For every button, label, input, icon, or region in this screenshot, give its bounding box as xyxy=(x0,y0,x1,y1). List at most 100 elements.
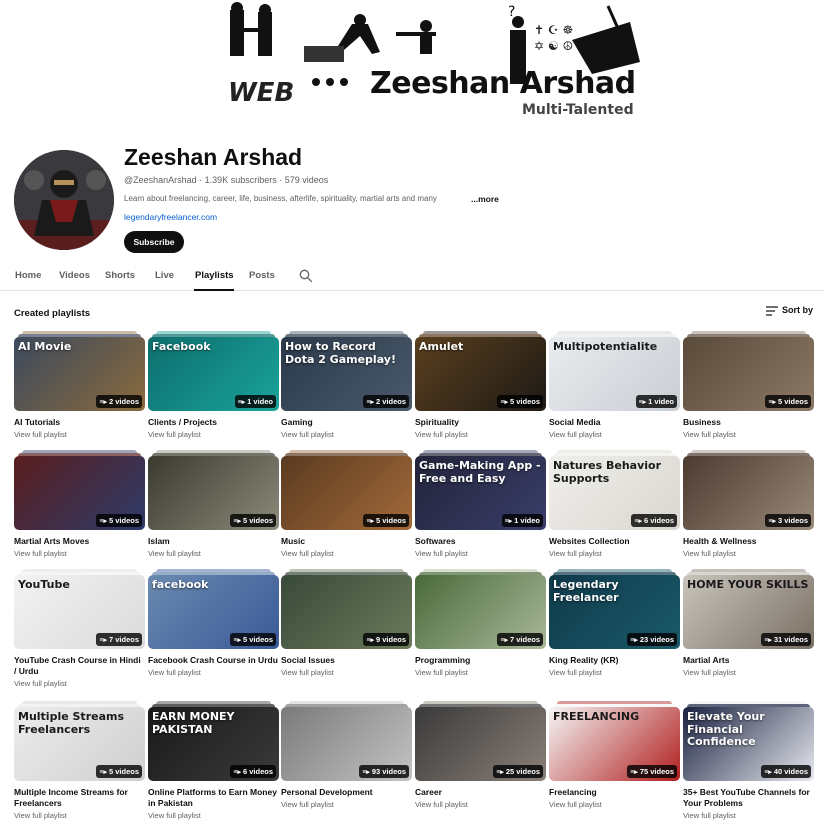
playlist-card[interactable]: Natures Behavior Supports ≡▸ 6 videos Websi… xyxy=(549,450,680,558)
playlist-thumbnail[interactable]: FREELANCING ≡▸ 75 videos xyxy=(549,707,680,781)
view-full-playlist-link[interactable]: View full playlist xyxy=(14,811,145,820)
playlist-thumbnail[interactable]: Multiple Streams Freelancers ≡▸ 5 videos xyxy=(14,707,145,781)
playlist-thumbnail[interactable]: ≡▸ 9 videos xyxy=(281,575,412,649)
view-full-playlist-link[interactable]: View full playlist xyxy=(415,668,546,677)
channel-avatar[interactable] xyxy=(14,150,114,250)
playlist-card[interactable]: HOME YOUR SKILLS ≡▸ 31 videos Martial Arts V… xyxy=(683,569,814,677)
playlist-title[interactable]: Martial Arts xyxy=(683,655,814,666)
view-full-playlist-link[interactable]: View full playlist xyxy=(549,430,680,439)
playlist-thumbnail[interactable]: YouTube ≡▸ 7 videos xyxy=(14,575,145,649)
view-full-playlist-link[interactable]: View full playlist xyxy=(415,549,546,558)
playlist-card[interactable]: ≡▸ 5 videos Music View full playlist xyxy=(281,450,412,558)
playlist-card[interactable]: FREELANCING ≡▸ 75 videos Freelancing View fu… xyxy=(549,701,680,809)
playlist-title[interactable]: 35+ Best YouTube Channels for Your Probl… xyxy=(683,787,814,809)
playlist-thumbnail[interactable]: ≡▸ 93 videos xyxy=(281,707,412,781)
playlist-thumbnail[interactable]: ≡▸ 7 videos xyxy=(415,575,546,649)
playlist-card[interactable]: Legendary Freelancer ≡▸ 23 videos King Real… xyxy=(549,569,680,677)
playlist-title[interactable]: Programming xyxy=(415,655,546,666)
view-full-playlist-link[interactable]: View full playlist xyxy=(549,668,680,677)
playlist-card[interactable]: ≡▸ 7 videos Programming View full playlist xyxy=(415,569,546,677)
playlist-thumbnail[interactable]: Natures Behavior Supports ≡▸ 6 videos xyxy=(549,456,680,530)
view-full-playlist-link[interactable]: View full playlist xyxy=(549,549,680,558)
view-full-playlist-link[interactable]: View full playlist xyxy=(148,430,279,439)
playlist-card[interactable]: Game-Making App - Free and Easy ≡▸ 1 video… xyxy=(415,450,546,558)
playlist-thumbnail[interactable]: ≡▸ 5 videos xyxy=(683,337,814,411)
subscribe-button[interactable]: Subscribe xyxy=(124,231,184,253)
view-full-playlist-link[interactable]: View full playlist xyxy=(14,679,145,688)
playlist-card[interactable]: Multipotentialite ≡▸ 1 video Social Media Vi… xyxy=(549,331,680,439)
playlist-thumbnail[interactable]: ≡▸ 5 videos xyxy=(281,456,412,530)
playlist-card[interactable]: ≡▸ 3 videos Health & Wellness View full pla… xyxy=(683,450,814,558)
view-full-playlist-link[interactable]: View full playlist xyxy=(14,430,145,439)
playlist-title[interactable]: Spirituality xyxy=(415,417,546,428)
playlist-thumbnail[interactable]: HOME YOUR SKILLS ≡▸ 31 videos xyxy=(683,575,814,649)
playlist-thumbnail[interactable]: Facebook ≡▸ 1 video xyxy=(148,337,279,411)
playlist-thumbnail[interactable]: Game-Making App - Free and Easy ≡▸ 1 video xyxy=(415,456,546,530)
view-full-playlist-link[interactable]: View full playlist xyxy=(281,430,412,439)
playlist-title[interactable]: Social Issues xyxy=(281,655,412,666)
view-full-playlist-link[interactable]: View full playlist xyxy=(14,549,145,558)
view-full-playlist-link[interactable]: View full playlist xyxy=(683,430,814,439)
playlist-card[interactable]: Elevate Your Financial Confidence ≡▸ 40 vi… xyxy=(683,701,814,820)
playlist-title[interactable]: Websites Collection xyxy=(549,536,680,547)
tab-videos[interactable]: Videos xyxy=(59,270,90,281)
playlist-card[interactable]: ≡▸ 93 videos Personal Development View full… xyxy=(281,701,412,809)
playlist-title[interactable]: Health & Wellness xyxy=(683,536,814,547)
playlist-thumbnail[interactable]: Multipotentialite ≡▸ 1 video xyxy=(549,337,680,411)
view-full-playlist-link[interactable]: View full playlist xyxy=(148,549,279,558)
playlist-card[interactable]: YouTube ≡▸ 7 videos YouTube Crash Course in… xyxy=(14,569,145,688)
view-full-playlist-link[interactable]: View full playlist xyxy=(549,800,680,809)
playlist-title[interactable]: Facebook Crash Course in Urdu xyxy=(148,655,279,666)
playlist-title[interactable]: Online Platforms to Earn Money in Pakist… xyxy=(148,787,279,809)
playlist-title[interactable]: Social Media xyxy=(549,417,680,428)
channel-description[interactable]: Learn about freelancing, career, life, b… xyxy=(124,194,464,203)
view-full-playlist-link[interactable]: View full playlist xyxy=(281,668,412,677)
view-full-playlist-link[interactable]: View full playlist xyxy=(683,549,814,558)
playlist-thumbnail[interactable]: How to Record Dota 2 Gameplay! ≡▸ 2 videos xyxy=(281,337,412,411)
playlist-thumbnail[interactable]: ≡▸ 5 videos xyxy=(148,456,279,530)
playlist-title[interactable]: Islam xyxy=(148,536,279,547)
playlist-card[interactable]: EARN MONEY PAKISTAN ≡▸ 6 videos Online Plat… xyxy=(148,701,279,820)
sort-by-button[interactable]: Sort by xyxy=(766,305,813,316)
tab-playlists[interactable]: Playlists xyxy=(195,270,234,281)
search-icon[interactable] xyxy=(299,269,313,283)
playlist-card[interactable]: How to Record Dota 2 Gameplay! ≡▸ 2 videos… xyxy=(281,331,412,439)
view-full-playlist-link[interactable]: View full playlist xyxy=(415,800,546,809)
playlist-thumbnail[interactable]: ≡▸ 3 videos xyxy=(683,456,814,530)
playlist-card[interactable]: facebook ≡▸ 5 videos Facebook Crash Course … xyxy=(148,569,279,677)
playlist-card[interactable]: ≡▸ 25 videos Career View full playlist xyxy=(415,701,546,809)
playlist-card[interactable]: Amulet ≡▸ 5 videos Spirituality View full pl… xyxy=(415,331,546,439)
view-full-playlist-link[interactable]: View full playlist xyxy=(683,668,814,677)
view-full-playlist-link[interactable]: View full playlist xyxy=(281,800,412,809)
playlist-title[interactable]: Career xyxy=(415,787,546,798)
view-full-playlist-link[interactable]: View full playlist xyxy=(281,549,412,558)
playlist-thumbnail[interactable]: Elevate Your Financial Confidence ≡▸ 40 vi… xyxy=(683,707,814,781)
playlist-thumbnail[interactable]: ≡▸ 25 videos xyxy=(415,707,546,781)
view-full-playlist-link[interactable]: View full playlist xyxy=(148,668,279,677)
playlist-title[interactable]: Personal Development xyxy=(281,787,412,798)
playlist-card[interactable]: AI Movie ≡▸ 2 videos AI Tutorials View full … xyxy=(14,331,145,439)
playlist-title[interactable]: Business xyxy=(683,417,814,428)
tab-live[interactable]: Live xyxy=(155,270,174,281)
playlist-title[interactable]: Martial Arts Moves xyxy=(14,536,145,547)
playlist-title[interactable]: YouTube Crash Course in Hindi / Urdu xyxy=(14,655,145,677)
playlist-title[interactable]: Music xyxy=(281,536,412,547)
playlist-thumbnail[interactable]: Legendary Freelancer ≡▸ 23 videos xyxy=(549,575,680,649)
playlist-title[interactable]: AI Tutorials xyxy=(14,417,145,428)
playlist-thumbnail[interactable]: EARN MONEY PAKISTAN ≡▸ 6 videos xyxy=(148,707,279,781)
playlist-card[interactable]: ≡▸ 5 videos Business View full playlist xyxy=(683,331,814,439)
playlist-title[interactable]: Clients / Projects xyxy=(148,417,279,428)
playlist-card[interactable]: Facebook ≡▸ 1 video Clients / Projects View … xyxy=(148,331,279,439)
channel-website-link[interactable]: legendaryfreelancer.com xyxy=(124,212,217,222)
playlist-thumbnail[interactable]: Amulet ≡▸ 5 videos xyxy=(415,337,546,411)
view-full-playlist-link[interactable]: View full playlist xyxy=(683,811,814,820)
playlist-title[interactable]: Multiple Income Streams for Freelancers xyxy=(14,787,145,809)
tab-shorts[interactable]: Shorts xyxy=(105,270,135,281)
playlist-title[interactable]: Freelancing xyxy=(549,787,680,798)
playlist-title[interactable]: Softwares xyxy=(415,536,546,547)
playlist-title[interactable]: King Reality (KR) xyxy=(549,655,680,666)
playlist-title[interactable]: Gaming xyxy=(281,417,412,428)
playlist-thumbnail[interactable]: facebook ≡▸ 5 videos xyxy=(148,575,279,649)
playlist-thumbnail[interactable]: ≡▸ 5 videos xyxy=(14,456,145,530)
playlist-card[interactable]: ≡▸ 5 videos Islam View full playlist xyxy=(148,450,279,558)
